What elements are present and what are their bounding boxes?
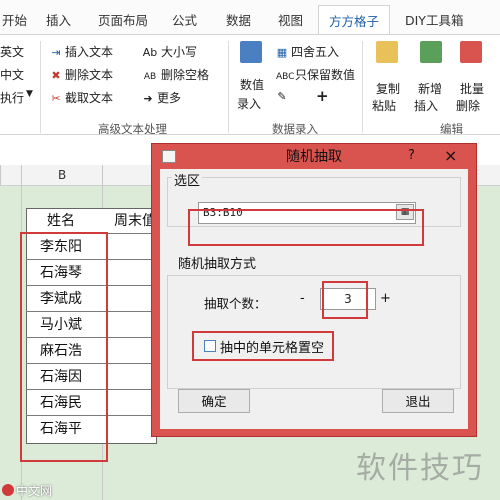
copy-paste-icon [376,41,398,63]
more-button[interactable]: ➜ 更多 [142,89,181,106]
numeric-entry-icon [240,41,262,63]
edit-icon-button[interactable]: ✎ [276,89,291,103]
watermark-site: 中文网 [16,484,53,498]
tab-formulas[interactable]: 公式 [172,10,197,29]
round-icon: ▦ [276,46,288,59]
extract-text-icon: ✂ [51,92,61,105]
help-button[interactable]: ? [408,148,415,163]
increment-button[interactable]: + [380,291,391,306]
english-button[interactable]: 英文 [0,43,24,60]
column-divider [0,165,1,185]
chinese-button[interactable]: 中文 [0,66,24,83]
round-button[interactable]: ▦ 四舍五入 [276,43,339,60]
decrement-button[interactable]: - [300,291,305,306]
delete-text-icon: ✖ [51,69,61,82]
keep-value-label: 只保留数值 [295,68,356,82]
delete-spaces-icon: AB [143,72,157,82]
more-label: 更多 [157,91,182,105]
extract-text-label: 截取文本 [65,91,114,105]
header-name[interactable]: 姓名 [26,208,96,234]
tab-fangfang[interactable]: 方方格子 [318,5,391,34]
close-button[interactable]: × [444,146,457,165]
method-label: 随机抽取方式 [176,253,259,272]
tab-home[interactable]: 开始 [2,10,27,29]
group-separator [362,41,363,133]
chevron-down-icon: ▼ [26,89,33,99]
numeric-entry-label-2[interactable]: 录入 [237,95,261,112]
delete-label[interactable]: 删除 [456,97,480,114]
paste-label[interactable]: 粘贴 [372,97,396,114]
delete-text-label: 删除文本 [65,68,114,82]
column-b-label[interactable]: B [58,168,66,182]
insert-text-label: 插入文本 [65,45,114,59]
new-label[interactable]: 新增 [418,80,442,97]
insert-text-button[interactable]: ⇥ 插入文本 [50,43,113,60]
watermark-software: 软件技巧 [356,451,484,486]
batch-label[interactable]: 批量 [460,80,484,97]
execute-button[interactable]: 执行 [0,89,24,106]
ok-button[interactable]: 确定 [178,389,250,413]
arrow-icon: ➜ [143,92,153,105]
header-week[interactable]: 周末值 [96,208,156,234]
group-separator [40,41,41,133]
random-pick-dialog: 随机抽取 ? × 选区 B3:B10 ▦ 随机抽取方式 抽取个数： - 3 + … [151,143,477,437]
ribbon-tab-bar: 开始 插入 页面布局 公式 数据 视图 方方格子 DIY工具箱 [0,0,500,35]
delete-spaces-label: 删除空格 [161,68,210,82]
tab-view[interactable]: 视图 [278,10,303,29]
batch-delete-icon [460,41,482,63]
count-label: 抽取个数： [204,296,267,311]
range-highlight-box [188,209,424,246]
plus-button[interactable]: + [316,87,329,105]
extract-text-button[interactable]: ✂ 截取文本 [50,89,113,106]
checkbox-highlight-box [192,331,334,361]
numeric-entry-label-1[interactable]: 数值 [240,76,264,93]
round-label: 四舍五入 [291,45,340,59]
dialog-title: 随机抽取 [286,149,342,165]
copy-label[interactable]: 复制 [376,80,400,97]
delete-spaces-button[interactable]: AB 删除空格 [142,66,209,83]
insert-rows-icon [420,41,442,63]
tab-page-layout[interactable]: 页面布局 [98,10,148,29]
count-highlight-box [322,281,368,319]
tab-data[interactable]: 数据 [226,10,251,29]
range-label: 选区 [172,170,203,189]
case-icon: Ab [142,46,158,59]
insert-text-icon: ⇥ [51,46,61,59]
tab-diy-toolbox[interactable]: DIY工具箱 [405,10,463,29]
dialog-body: 选区 B3:B10 ▦ 随机抽取方式 抽取个数： - 3 + 抽中的单元格置空 … [160,169,468,429]
keep-value-icon: ABC [276,72,295,82]
case-button[interactable]: Ab 大小写 [142,43,197,60]
tab-insert[interactable]: 插入 [46,10,71,29]
pencil-icon: ✎ [277,90,287,103]
group-separator [228,41,229,133]
highlight-range-box [20,232,108,462]
keep-value-button[interactable]: ABC只保留数值 [276,66,355,83]
insert-label[interactable]: 插入 [414,97,438,114]
case-label: 大小写 [161,45,198,59]
site-logo-icon [2,484,14,496]
exit-button[interactable]: 退出 [382,389,454,413]
ribbon: 英文 中文 执行 ▼ ⇥ 插入文本 ✖ 删除文本 ✂ 截取文本 Ab 大小写 AB 删除空… [0,35,500,136]
delete-text-button[interactable]: ✖ 删除文本 [50,66,113,83]
